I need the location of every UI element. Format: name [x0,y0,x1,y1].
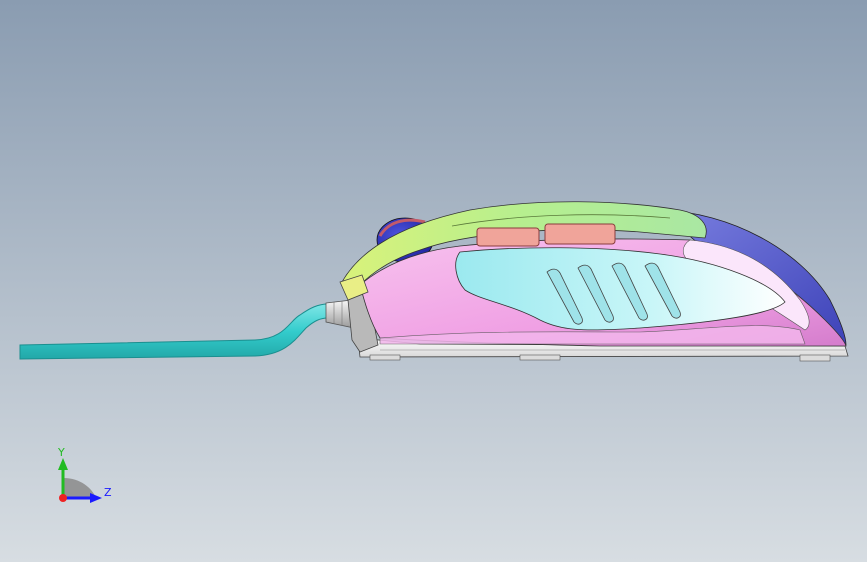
z-axis-label: Z [104,486,112,499]
graphics-viewport[interactable]: Y Z [0,0,867,562]
side-button-back[interactable] [476,227,540,247]
model-canvas[interactable]: Y Z [0,0,867,562]
mouse-foot-mid [519,354,561,361]
y-axis-label: Y [57,446,65,459]
x-axis-origin-icon [59,494,67,502]
mouse-foot-rear [369,354,401,361]
side-button-forward[interactable] [544,223,616,245]
mouse-foot-front [799,354,831,362]
